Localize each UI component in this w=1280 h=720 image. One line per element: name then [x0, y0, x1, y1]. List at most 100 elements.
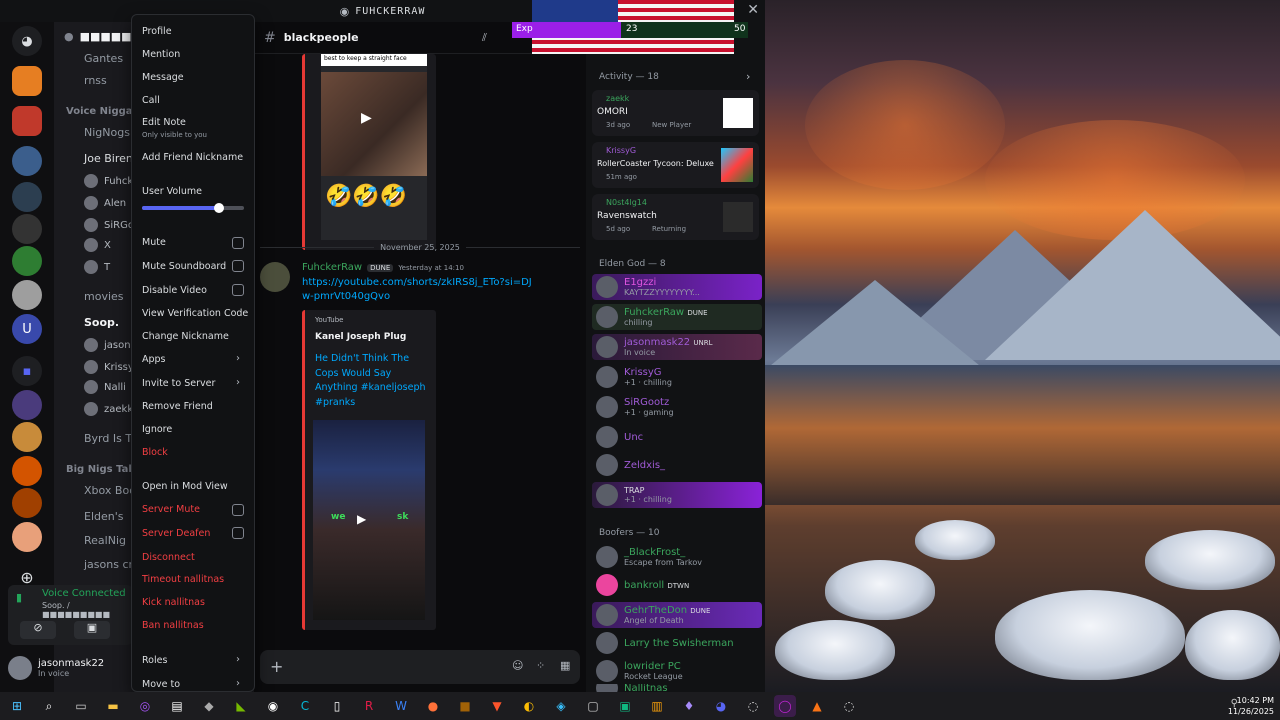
menu-item-open-in-mod-view[interactable]: Open in Mod View	[142, 481, 228, 492]
server-deafen-checkbox[interactable]	[232, 527, 244, 539]
member-item[interactable]: bankroll DTWN	[592, 572, 762, 598]
volume-slider-handle[interactable]	[213, 203, 224, 213]
play-icon[interactable]: ▶	[361, 110, 372, 126]
menu-item-disable-video[interactable]: Disable Video	[142, 285, 207, 296]
channel-item[interactable]: rnss	[66, 74, 107, 87]
brave-icon[interactable]: ▼	[486, 695, 508, 717]
voice-channel[interactable]: Soop.	[66, 316, 119, 329]
embed-video[interactable]: we sk ▶	[313, 420, 425, 620]
member-item[interactable]: GehrTheDon DUNE Angel of Death	[592, 602, 762, 628]
server-icon[interactable]: U	[12, 314, 42, 344]
server-icon[interactable]	[12, 214, 42, 244]
search-icon[interactable]: ⌕	[38, 695, 60, 717]
mute-checkbox[interactable]	[232, 237, 244, 249]
member-item[interactable]: Larry the Swisherman	[592, 630, 762, 656]
server-icon[interactable]	[12, 390, 42, 420]
channel-category[interactable]: Big Nigs Talk	[66, 464, 138, 475]
app-icon[interactable]: ▥	[646, 695, 668, 717]
steam-icon[interactable]: ◌	[838, 695, 860, 717]
voice-channel[interactable]: Elden's	[66, 510, 123, 523]
embed-title[interactable]: He Didn't Think The Cops Would Say Anyth…	[315, 352, 427, 410]
member-item[interactable]: TRAP +1 · chilling	[592, 482, 762, 508]
member-item[interactable]: Zeldxis_	[592, 452, 762, 478]
menu-item-roles[interactable]: Roles	[142, 655, 167, 666]
avatar[interactable]	[260, 262, 290, 292]
voice-channel[interactable]: Byrd Is Th	[66, 432, 139, 445]
voice-channel[interactable]: Xbox Boo	[66, 484, 136, 497]
add-attachment-icon[interactable]: +	[270, 657, 283, 676]
menu-item-apps[interactable]: Apps	[142, 354, 166, 365]
embed-author[interactable]: Kanel Joseph Plug	[315, 332, 406, 342]
message-author[interactable]: FuhckerRaw	[302, 262, 362, 273]
menu-item-edit-note[interactable]: Edit Note	[142, 117, 186, 128]
menu-item-mention[interactable]: Mention	[142, 49, 180, 60]
member-item[interactable]: KrissyG +1 · chilling	[592, 364, 762, 390]
nvidia-icon[interactable]: ◣	[230, 695, 252, 717]
file-explorer-icon[interactable]: ▬	[102, 695, 124, 717]
menu-item-mute[interactable]: Mute	[142, 237, 166, 248]
channel-item[interactable]: Gantes	[66, 52, 123, 65]
voice-user[interactable]: zaekk	[84, 402, 133, 416]
clock[interactable]: 10:42 PM 11/26/2025	[1228, 695, 1274, 717]
apps-icon[interactable]: ▦	[560, 659, 570, 672]
voice-channel[interactable]: movies	[66, 290, 124, 303]
folder-icon[interactable]: ▪	[12, 356, 42, 386]
server-icon[interactable]	[12, 106, 42, 136]
task-view-icon[interactable]: ▭	[70, 695, 92, 717]
app-icon[interactable]: ■	[454, 695, 476, 717]
member-item[interactable]: FuhckerRaw DUNE chilling	[592, 304, 762, 330]
voice-user[interactable]: X	[84, 238, 111, 252]
voice-channel[interactable]: RealNig	[66, 534, 126, 547]
activity-card[interactable]: zaekk OMORI 3d ago New Player	[592, 90, 759, 136]
voice-user[interactable]: Alen	[84, 196, 126, 210]
screen-share-button[interactable]: ▣	[74, 621, 110, 639]
voice-channel[interactable]: Joe Biren	[66, 152, 133, 165]
start-icon[interactable]: ⊞	[6, 695, 28, 717]
message-link[interactable]: https://youtube.com/shorts/zkIRS8j_ETo?s…	[302, 276, 537, 304]
voice-user[interactable]: SiRGo	[84, 218, 134, 232]
firefox-icon[interactable]: ●	[422, 695, 444, 717]
sticker-icon[interactable]: ⁘	[536, 659, 545, 672]
server-icon[interactable]	[12, 280, 42, 310]
app-icon[interactable]: ♦	[678, 695, 700, 717]
gif-icon[interactable]: ☺	[512, 659, 523, 672]
voice-user[interactable]: jason	[84, 338, 131, 352]
member-item[interactable]: jasonmask22 UNRL In voice	[592, 334, 762, 360]
member-item[interactable]: _BlackFrost_ Escape from Tarkov	[592, 544, 762, 570]
chevron-right-icon[interactable]: ›	[746, 70, 750, 83]
app-icon[interactable]: ◈	[550, 695, 572, 717]
member-item[interactable]: lowrider PC Rocket League	[592, 658, 762, 684]
menu-item-timeout[interactable]: Timeout nallitnas	[142, 574, 224, 585]
server-icon[interactable]	[12, 488, 42, 518]
menu-item-disconnect[interactable]: Disconnect	[142, 552, 195, 563]
document-icon[interactable]: ▯	[326, 695, 348, 717]
app-icon[interactable]: ▢	[582, 695, 604, 717]
member-item[interactable]: E1gzzi KAYTZZYYYYYYYY...	[592, 274, 762, 300]
menu-item-message[interactable]: Message	[142, 72, 184, 83]
voice-user[interactable]: T	[84, 260, 110, 274]
member-item[interactable]: SiRGootz +1 · gaming	[592, 394, 762, 420]
user-panel[interactable]: jasonmask22 In voice	[8, 650, 133, 686]
member-item[interactable]: Nallitnas	[592, 684, 762, 692]
menu-item-block[interactable]: Block	[142, 447, 168, 458]
embed-image[interactable]: best to keep a straight face ▶ 🤣🤣🤣	[321, 54, 427, 240]
app-icon[interactable]: C	[294, 695, 316, 717]
menu-item-server-mute[interactable]: Server Mute	[142, 504, 200, 515]
menu-item-add-friend-nickname[interactable]: Add Friend Nickname	[142, 152, 243, 163]
menu-item-remove-friend[interactable]: Remove Friend	[142, 401, 213, 412]
server-icon[interactable]	[12, 456, 42, 486]
app-icon[interactable]: ◎	[134, 695, 156, 717]
app-icon[interactable]: W	[390, 695, 412, 717]
menu-item-profile[interactable]: Profile	[142, 26, 172, 37]
server-icon[interactable]	[12, 246, 42, 276]
menu-item-kick[interactable]: Kick nallitnas	[142, 597, 205, 608]
server-icon[interactable]	[12, 146, 42, 176]
menu-item-mute-soundboard[interactable]: Mute Soundboard	[142, 261, 226, 272]
menu-item-ignore[interactable]: Ignore	[142, 424, 172, 435]
menu-item-move-to[interactable]: Move to	[142, 679, 180, 690]
video-off-button[interactable]: ⊘	[20, 621, 56, 639]
app-icon[interactable]: ◆	[198, 695, 220, 717]
server-icon[interactable]	[12, 66, 42, 96]
threads-icon[interactable]: ⫽	[482, 31, 487, 45]
voice-user[interactable]: Fuhck	[84, 174, 133, 188]
